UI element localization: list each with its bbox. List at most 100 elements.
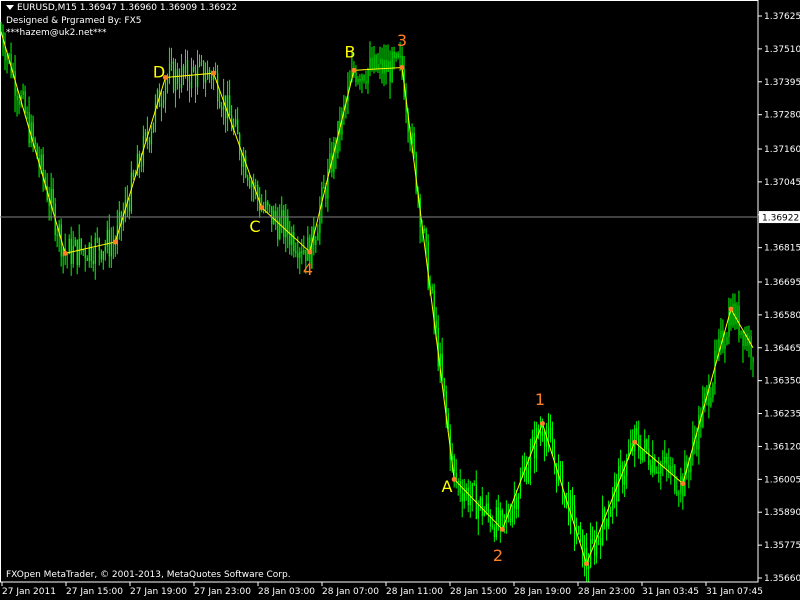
candle-body: [738, 305, 740, 336]
y-tick-label: 1.37395: [764, 78, 800, 88]
candle-body: [365, 80, 367, 84]
candle-body: [485, 503, 487, 512]
candle-body: [156, 90, 159, 103]
candle-body: [509, 518, 512, 522]
dropdown-triangle-icon[interactable]: [6, 5, 14, 10]
candle-body: [598, 536, 600, 538]
candle-body: [241, 154, 243, 167]
candle-body: [636, 428, 638, 435]
y-tick-label: 1.36005: [764, 475, 800, 485]
candle-body: [359, 78, 361, 82]
zigzag-pivot: [112, 239, 118, 245]
candle-body: [371, 57, 373, 70]
candle-body: [267, 201, 269, 206]
x-tick-label: 28 Jan 03:00: [258, 587, 315, 597]
y-tick-label: 1.36350: [764, 377, 800, 387]
candle-body: [561, 464, 564, 502]
y-tick-label: 1.37280: [764, 111, 800, 121]
candle-body: [88, 243, 90, 261]
candle-body: [78, 238, 80, 265]
candle-body: [217, 73, 219, 102]
candle-body: [369, 57, 371, 70]
candle-body: [18, 100, 20, 105]
candle-body: [148, 139, 151, 145]
candle-body: [662, 463, 664, 465]
zigzag-pivot: [728, 306, 734, 312]
candle-body: [118, 211, 121, 226]
candle-body: [612, 491, 614, 510]
candle-body: [285, 215, 287, 238]
candle-body: [559, 464, 562, 466]
candle-body: [164, 82, 167, 101]
candle-body: [690, 455, 692, 473]
candle-body: [533, 437, 536, 459]
candle-body: [373, 55, 375, 70]
candle-body: [189, 81, 191, 89]
candle-body: [648, 449, 650, 466]
candle-body: [588, 566, 590, 569]
candle-body: [168, 63, 171, 78]
candle-body: [646, 439, 648, 450]
candle-body: [531, 437, 534, 448]
candle-body: [86, 258, 88, 261]
candle-body: [624, 475, 626, 485]
candle-body: [295, 251, 297, 254]
candle-body: [251, 182, 253, 188]
candle-body: [710, 397, 712, 406]
candle-body: [144, 131, 147, 136]
candle-body: [487, 503, 489, 514]
candle-body: [32, 122, 34, 140]
candle-body: [275, 210, 277, 221]
candle-body: [84, 249, 86, 259]
candle-body: [385, 59, 387, 72]
candle-body: [303, 249, 305, 254]
candle-body: [70, 238, 72, 264]
candle-body: [178, 84, 181, 88]
candle-body: [315, 240, 317, 245]
candle-body: [746, 333, 748, 346]
candle-body: [203, 60, 205, 83]
candle-body: [638, 434, 640, 451]
y-tick-label: 1.36235: [764, 410, 800, 420]
candle-body: [24, 91, 26, 114]
candle-body: [493, 527, 496, 538]
candle-body: [160, 103, 163, 107]
candle-body: [104, 246, 106, 252]
zigzag-pivot: [62, 250, 68, 256]
candle-body: [221, 107, 223, 110]
candle-body: [269, 205, 271, 207]
candle-body: [229, 95, 231, 116]
candle-body: [391, 51, 393, 83]
chart-window[interactable]: D C 4 B 3 A 2 1 1.37625 1.37510 1.37395 1.37280 1.37…: [0, 0, 800, 600]
candle-body: [207, 69, 209, 80]
candle-body: [682, 476, 684, 497]
candle-body: [543, 435, 546, 447]
x-tick-label: 28 Jan 23:00: [578, 587, 635, 597]
x-tick-label: 31 Jan 03:45: [642, 587, 699, 597]
candle-body: [381, 58, 383, 74]
candle-body: [6, 55, 8, 61]
candle-body: [549, 427, 552, 439]
candle-body: [658, 471, 660, 474]
price-chart[interactable]: D C 4 B 3 A 2 1 1.37625 1.37510 1.37395 1.37280 1.37…: [0, 0, 800, 600]
wave-label: 1: [535, 390, 545, 409]
candle-body: [481, 497, 483, 516]
candle-body: [317, 232, 319, 241]
candle-body: [547, 427, 550, 438]
wave-label: 4: [303, 260, 313, 279]
candle-body: [706, 388, 708, 394]
candle-body: [205, 79, 207, 83]
candle-body: [457, 481, 459, 483]
candle-body: [235, 119, 237, 125]
candle-body: [100, 250, 102, 260]
candle-body: [469, 497, 471, 506]
copyright-text: FXOpen MetaTrader, © 2001-2013, MetaQuot…: [6, 570, 291, 580]
candle-body: [620, 465, 622, 467]
candle-body: [527, 468, 530, 483]
candle-body: [393, 51, 395, 59]
candle-body: [193, 66, 195, 72]
wave-label: D: [153, 62, 165, 81]
zigzag-pivot: [632, 439, 638, 445]
candle-body: [363, 75, 365, 81]
candle-body: [461, 492, 463, 502]
